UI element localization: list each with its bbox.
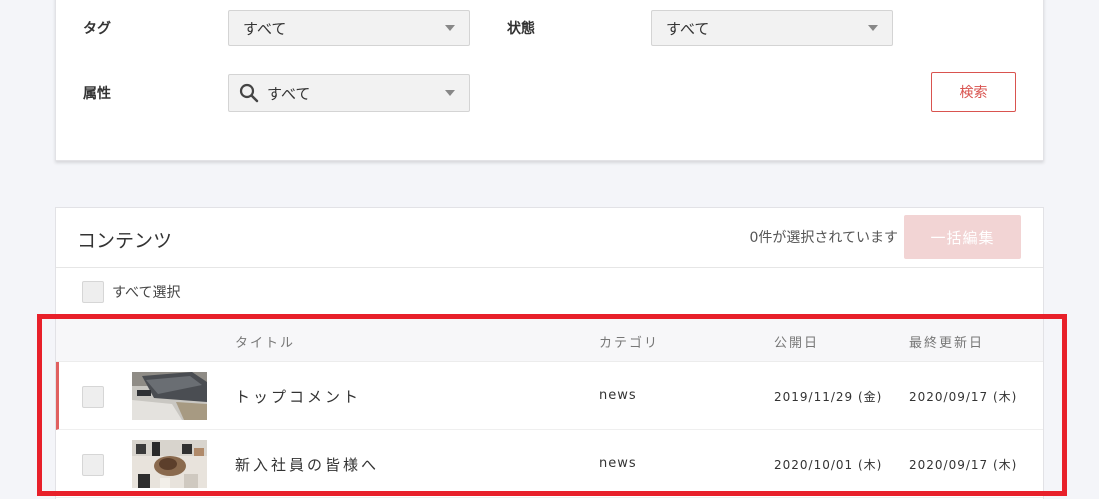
column-title[interactable]: タイトル [235, 332, 295, 351]
table-row[interactable]: 新入社員の皆様へ news 2020/10/01 (木) 2020/09/17 … [56, 430, 1043, 498]
column-published[interactable]: 公開日 [774, 332, 819, 351]
select-all[interactable]: すべて選択 [82, 281, 180, 303]
selected-count: 0件が選択されています [749, 230, 899, 246]
row-updated: 2020/09/17 (木) [909, 458, 1018, 472]
attribute-label: 属性 [83, 86, 111, 102]
table-header: タイトル カテゴリ 公開日 最終更新日 [56, 315, 1043, 362]
attribute-select-value: すべて [267, 84, 311, 103]
select-all-checkbox[interactable] [82, 281, 104, 303]
row-updated: 2020/09/17 (木) [909, 390, 1018, 404]
contents-panel: コンテンツ 0件が選択されています 一括編集 すべて選択 タイトル カテゴリ 公… [55, 207, 1044, 499]
attribute-select[interactable]: すべて [228, 74, 470, 112]
row-category: news [599, 388, 637, 403]
status-label: 状態 [507, 21, 535, 37]
search-icon [239, 83, 259, 103]
tag-select[interactable]: すべて [228, 10, 470, 46]
row-thumbnail[interactable] [132, 372, 207, 420]
chevron-down-icon [868, 25, 878, 31]
column-updated[interactable]: 最終更新日 [909, 332, 984, 351]
bulk-edit-button[interactable]: 一括編集 [904, 215, 1021, 259]
row-thumbnail[interactable] [132, 440, 207, 488]
select-all-label: すべて選択 [112, 285, 181, 301]
tag-label: タグ [83, 21, 111, 37]
chevron-down-icon [445, 25, 455, 31]
row-category: news [599, 456, 637, 471]
search-button[interactable]: 検索 [931, 72, 1016, 112]
filter-panel: タグ すべて 状態 すべて 属性 すべて 検索 [55, 0, 1044, 161]
row-published: 2020/10/01 (木) [774, 458, 883, 472]
divider [56, 267, 1043, 268]
row-checkbox[interactable] [82, 454, 104, 476]
row-title[interactable]: 新入社員の皆様へ [235, 454, 379, 475]
tag-select-value: すべて [243, 19, 287, 38]
status-select-value: すべて [666, 19, 710, 38]
status-select[interactable]: すべて [651, 10, 893, 46]
column-category[interactable]: カテゴリ [599, 332, 659, 351]
row-checkbox[interactable] [82, 386, 104, 408]
contents-title: コンテンツ [77, 230, 173, 252]
row-published: 2019/11/29 (金) [774, 390, 883, 404]
row-title[interactable]: トップコメント [235, 386, 361, 407]
table-row[interactable]: トップコメント news 2019/11/29 (金) 2020/09/17 (… [56, 362, 1043, 430]
chevron-down-icon [445, 90, 455, 96]
